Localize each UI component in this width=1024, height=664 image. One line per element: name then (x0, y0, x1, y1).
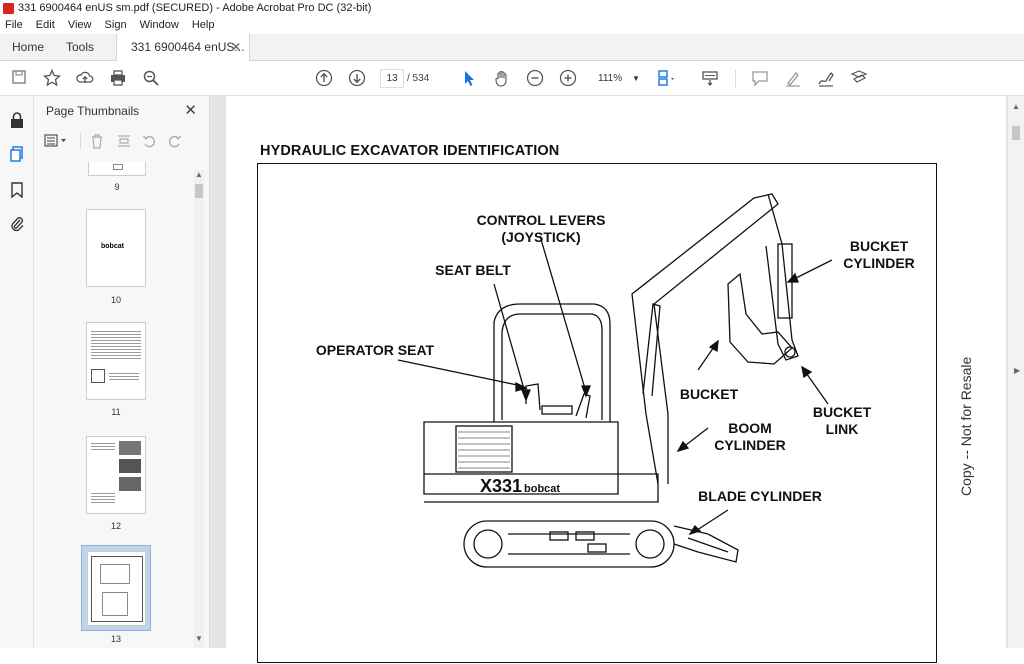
panel-toolbar (44, 131, 194, 153)
select-cursor-icon[interactable] (459, 69, 479, 89)
window-title: 331 6900464 enUS sm.pdf (SECURED) - Adob… (18, 2, 372, 14)
upload-cloud-icon[interactable] (75, 69, 95, 89)
sign-icon[interactable] (816, 69, 836, 89)
menu-edit[interactable]: Edit (31, 17, 60, 34)
thumbnail-label-12: 12 (110, 521, 121, 531)
zoom-level-value: 111% (598, 73, 623, 84)
thumbnail-label-11: 11 (111, 407, 121, 417)
menu-bar: File Edit View Sign Window Help (0, 17, 1024, 34)
callout-bucket-link: BUCKET LINK (806, 404, 878, 438)
previous-page-icon[interactable] (314, 69, 334, 89)
print-icon[interactable] (108, 69, 128, 89)
menu-file[interactable]: File (0, 17, 28, 34)
tab-home[interactable]: Home (12, 34, 44, 61)
menu-window[interactable]: Window (135, 17, 184, 34)
callout-bucket-link-text: BUCKET LINK (812, 404, 872, 437)
acrobat-pdf-icon (3, 3, 14, 14)
tab-tools[interactable]: Tools (66, 34, 94, 61)
divider (80, 133, 81, 149)
highlight-pen-icon[interactable] (783, 69, 803, 89)
thumbnail-page-11[interactable] (86, 322, 146, 400)
thumbnail-scrollbar[interactable]: ▲ ▼ (194, 170, 204, 648)
options-menu-icon[interactable] (44, 134, 70, 153)
callout-control-levers-text: CONTROL LEVERS (JOYSTICK) (476, 212, 606, 245)
navigation-rail (0, 96, 34, 648)
toolbar-divider (735, 70, 736, 88)
next-page-icon[interactable] (347, 69, 367, 89)
thumbnail-page-13 (87, 551, 146, 626)
save-icon[interactable] (9, 69, 29, 89)
excavator-figure-frame: X331 bobcat CONTROL LEVERS (JOYSTICK) SE… (257, 163, 937, 663)
comment-icon[interactable] (750, 69, 770, 89)
callout-operator-seat: OPERATOR SEAT (315, 342, 435, 358)
hand-tool-icon[interactable] (492, 69, 512, 89)
thumbnail-label-10: 10 (110, 295, 121, 305)
page-total-label: / 534 (407, 73, 430, 84)
scroll-up-arrow-icon[interactable]: ▲ (1012, 102, 1020, 111)
chevron-down-icon: ▼ (632, 74, 640, 83)
watermark-text: Copy -- Not for Resale (958, 356, 974, 496)
zoom-level-select[interactable]: 111% ▼ (592, 69, 644, 88)
page-heading: HYDRAULIC EXCAVATOR IDENTIFICATION (260, 143, 560, 159)
thumbnail-scroll-thumb[interactable] (195, 184, 203, 198)
lock-icon[interactable] (8, 112, 26, 130)
thumbnail-page-13-selected-frame[interactable] (81, 545, 151, 631)
fill-sign-icon[interactable] (849, 69, 869, 89)
page-thumbnails-panel: Page Thumbnails ✕ 9 bobcat 10 11 12 13 ▲… (34, 96, 210, 648)
callout-seat-belt: SEAT BELT (435, 262, 511, 278)
thumbnail-page-9[interactable] (88, 162, 146, 176)
page-thumbnails-icon[interactable] (8, 146, 26, 164)
callout-bucket: BUCKET (679, 386, 739, 402)
document-page: HYDRAULIC EXCAVATOR IDENTIFICATION X331 … (226, 96, 1006, 663)
document-scroll-thumb[interactable] (1012, 126, 1020, 140)
window-title-bar: 331 6900464 enUS sm.pdf (SECURED) - Adob… (0, 0, 1024, 17)
rotate-cw-icon[interactable] (166, 133, 182, 154)
attachment-paperclip-icon[interactable] (8, 216, 26, 234)
read-mode-keyboard-icon[interactable] (700, 69, 720, 89)
panel-title: Page Thumbnails (46, 104, 140, 118)
tab-document-label: 331 6900464 enUS... (131, 40, 245, 54)
callout-blade-cylinder: BLADE CYLINDER (698, 488, 822, 504)
scroll-down-arrow-icon[interactable]: ▼ (195, 634, 203, 643)
main-toolbar: 13 / 534 111% ▼ (0, 61, 1024, 96)
expand-right-panel-arrow-icon[interactable]: ▶ (1014, 366, 1020, 375)
delete-trash-icon[interactable] (90, 133, 104, 154)
menu-view[interactable]: View (63, 17, 97, 34)
zoom-out-icon[interactable] (525, 69, 545, 89)
callout-control-levers: CONTROL LEVERS (JOYSTICK) (466, 212, 616, 246)
extract-pages-icon[interactable] (116, 133, 132, 154)
callout-boom-cylinder-text: BOOM CYLINDER (714, 420, 786, 453)
thumbnail-page-12[interactable] (86, 436, 146, 514)
thumbnail-page-10[interactable]: bobcat (86, 209, 146, 287)
search-zoom-icon[interactable] (141, 69, 161, 89)
machine-model-label: X331 (480, 476, 522, 496)
thumbnail-label-13: 13 (110, 634, 121, 644)
tab-bar: Home Tools 331 6900464 enUS... ✕ (0, 34, 1024, 62)
callout-bucket-cylinder: BUCKET CYLINDER (836, 238, 922, 272)
callout-bucket-cylinder-text: BUCKET CYLINDER (843, 238, 915, 271)
rotate-ccw-icon[interactable] (142, 133, 158, 154)
tab-document[interactable]: 331 6900464 enUS... ✕ (116, 34, 250, 62)
machine-brand-label: bobcat (524, 483, 560, 495)
bookmark-star-icon[interactable] (42, 68, 62, 89)
page-display-icon[interactable] (656, 69, 676, 89)
callout-boom-cylinder: BOOM CYLINDER (706, 420, 794, 454)
bobcat-logo-mini: bobcat (101, 243, 124, 250)
bookmark-icon[interactable] (8, 182, 26, 200)
menu-sign[interactable]: Sign (100, 17, 132, 34)
zoom-in-icon[interactable] (558, 69, 578, 89)
thumbnail-label-9: 9 (114, 182, 120, 192)
menu-help[interactable]: Help (187, 17, 220, 34)
panel-close-icon[interactable]: ✕ (184, 101, 197, 119)
scroll-up-arrow-icon[interactable]: ▲ (195, 170, 203, 179)
document-viewer: HYDRAULIC EXCAVATOR IDENTIFICATION X331 … (210, 96, 1024, 663)
tab-close-icon[interactable]: ✕ (231, 34, 241, 61)
page-number-input[interactable]: 13 (380, 69, 404, 88)
